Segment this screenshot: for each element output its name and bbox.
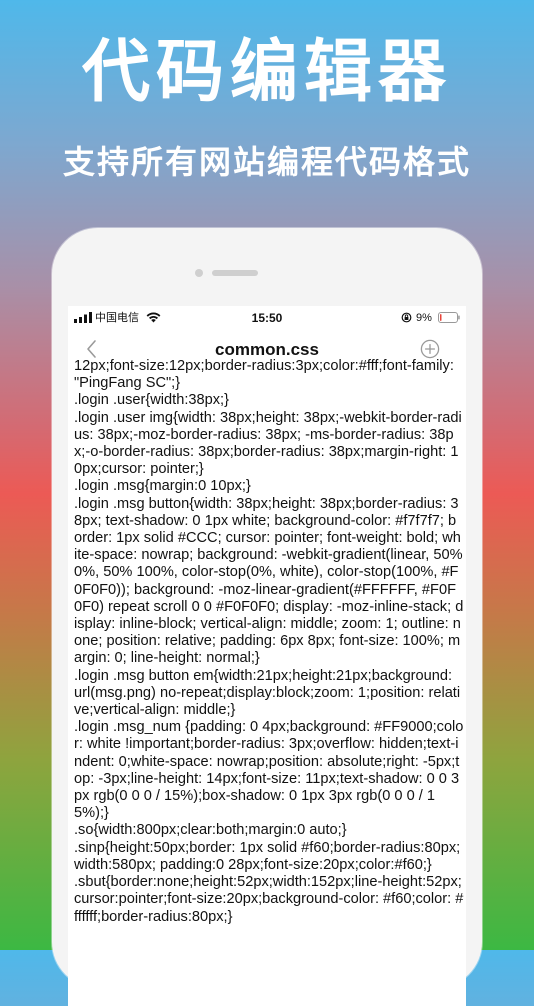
circle-plus-icon[interactable]	[420, 339, 440, 359]
battery-percent: 9%	[416, 312, 432, 324]
code-editor-text[interactable]: 12px;font-size:12px;border-radius:3px;co…	[74, 358, 464, 1006]
camera-dot	[195, 269, 203, 277]
promo-title: 代码编辑器	[81, 33, 452, 112]
battery-icon	[438, 312, 460, 323]
phone-mockup: 中国电信 15:50 9% common.css 12px;font-size:…	[52, 228, 482, 1006]
promo-subtitle: 支持所有网站编程代码格式	[62, 143, 471, 181]
app-screen: 中国电信 15:50 9% common.css 12px;font-size:…	[68, 306, 466, 1006]
orientation-lock-icon	[401, 312, 412, 323]
speaker-grille	[212, 270, 258, 276]
status-bar: 中国电信 15:50 9%	[68, 306, 466, 330]
battery-level-fill	[440, 314, 442, 321]
